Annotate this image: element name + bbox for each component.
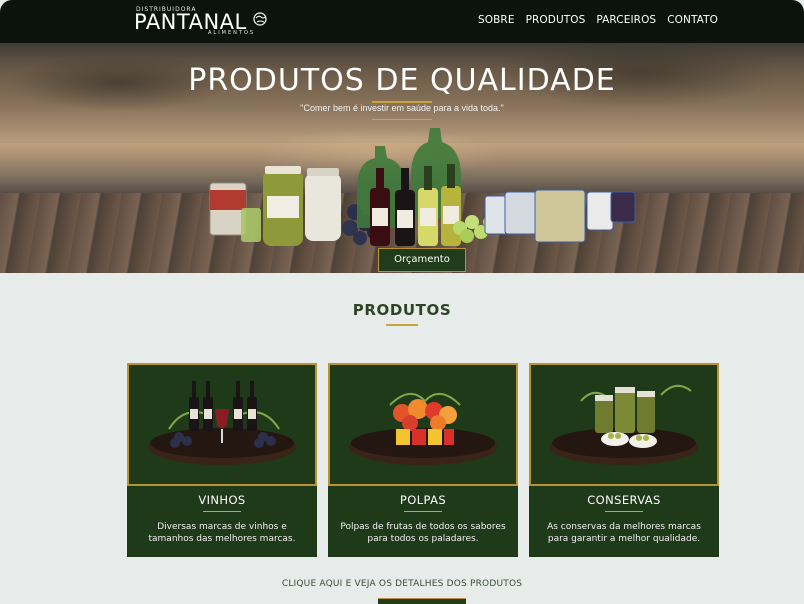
nav-parceiros[interactable]: PARCEIROS <box>596 14 656 26</box>
card-description: Diversas marcas de vinhos e tamanhos das… <box>148 522 296 544</box>
card-title: CONSERVAS <box>587 493 661 507</box>
section-title: PRODUTOS <box>352 301 452 319</box>
logo-sub-text: ALIMENTOS <box>208 30 256 36</box>
card-title: POLPAS <box>399 493 447 507</box>
nav-contato[interactable]: CONTATO <box>667 14 718 26</box>
section-title-divider <box>386 324 418 326</box>
card-divider <box>605 511 643 512</box>
card-divider <box>203 511 241 512</box>
polpas-image <box>328 363 518 486</box>
card-description: As conservas da melhores marcas para gar… <box>547 522 701 544</box>
globe-icon <box>253 12 267 26</box>
pantanal-logo[interactable]: DISTRIBUIDORA PANTANAL ALIMENTOS <box>134 6 274 38</box>
product-card-polpas[interactable]: POLPAS Polpas de frutas de todos os sabo… <box>328 363 518 557</box>
card-description: Polpas de frutas de todos os sabores par… <box>340 522 506 544</box>
hero-title: PRODUTOS DE QUALIDADE <box>188 63 616 98</box>
hero-quote: "Comer bem é investir em saúde para a vi… <box>300 103 504 113</box>
top-navbar: DISTRIBUIDORA PANTANAL ALIMENTOS SOBRE P… <box>0 0 804 43</box>
page: DISTRIBUIDORA PANTANAL ALIMENTOS SOBRE P… <box>0 0 804 604</box>
card-divider <box>404 511 442 512</box>
hero-banner: PRODUTOS DE QUALIDADE "Comer bem é inves… <box>0 43 804 273</box>
nav-produtos[interactable]: PRODUTOS <box>526 14 586 26</box>
product-card-conservas[interactable]: CONSERVAS As conservas da melhores marca… <box>529 363 719 557</box>
card-title: VINHOS <box>198 493 246 507</box>
vinhos-image <box>127 363 317 486</box>
conservas-image <box>529 363 719 486</box>
main-nav: SOBRE PRODUTOS PARCEIROS CONTATO <box>478 14 718 26</box>
products-details-link[interactable]: CLIQUE AQUI E VEJA OS DETALHES DOS PRODU… <box>0 579 804 589</box>
nav-sobre[interactable]: SOBRE <box>478 14 515 26</box>
products-details-button[interactable] <box>378 598 466 604</box>
hero-quote-divider <box>372 119 432 120</box>
orcamento-button[interactable]: Orçamento <box>378 248 466 272</box>
product-card-vinhos[interactable]: VINHOS Diversas marcas de vinhos e taman… <box>127 363 317 557</box>
hero-products-image <box>209 128 636 246</box>
